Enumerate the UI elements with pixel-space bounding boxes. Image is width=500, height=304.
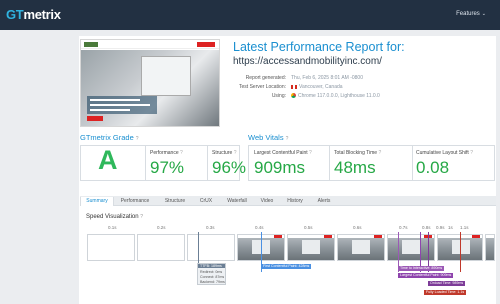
canada-flag-icon xyxy=(291,84,297,89)
cls-value: 0.08 xyxy=(416,158,450,177)
tab-history[interactable]: History xyxy=(282,197,308,206)
lcp-marker: Largest Contentful Paint: 909ms xyxy=(398,273,454,278)
timeline-tick: 1s xyxy=(448,225,453,230)
grade-letter: A xyxy=(98,145,118,175)
report-url[interactable]: https://accessandmobilityinc.com/ xyxy=(233,56,382,67)
web-vitals-heading: Web Vitals? xyxy=(248,133,289,142)
tab-performance[interactable]: Performance xyxy=(116,197,154,206)
top-bar: GTmetrix Features ⌄ xyxy=(0,0,500,30)
timeline-tick: 0.8s xyxy=(422,225,431,230)
timeline-tick: 0.3s xyxy=(206,225,215,230)
performance-label: Performance ? xyxy=(150,150,183,156)
chrome-icon xyxy=(291,93,296,99)
tbt-value: 48ms xyxy=(334,158,376,177)
filmstrip-frame[interactable] xyxy=(87,234,135,261)
filmstrip-frame[interactable] xyxy=(337,234,385,261)
timeline-tick: 0.5s xyxy=(304,225,313,230)
filmstrip-frame[interactable] xyxy=(287,234,335,261)
filmstrip-frame[interactable] xyxy=(485,234,495,261)
help-icon[interactable]: ? xyxy=(140,214,143,220)
tab-structure[interactable]: Structure xyxy=(158,197,192,206)
cls-label: Cumulative Layout Shift ? xyxy=(416,150,473,156)
timeline-tick: 0.7s xyxy=(399,225,408,230)
help-icon[interactable]: ? xyxy=(136,136,139,142)
fully-loaded-marker: Fully Loaded Time: 1.1s xyxy=(424,290,467,295)
ttfb-tooltip: TTFB: 189ms Redirect: 0ms Connect: 87ms … xyxy=(197,263,226,285)
lcp-label: Largest Contentful Paint ? xyxy=(254,150,312,156)
help-icon[interactable]: ? xyxy=(286,136,289,142)
tab-crux[interactable]: CrUX xyxy=(195,197,217,206)
tab-alerts[interactable]: Alerts xyxy=(312,197,336,206)
structure-label: Structure ? xyxy=(212,150,237,156)
timeline-tick: 1.1s xyxy=(460,225,469,230)
tti-marker: Time to Interactive: 890ms xyxy=(398,266,445,271)
report-title: Latest Performance Report for: xyxy=(233,40,405,54)
chevron-down-icon: ⌄ xyxy=(481,11,486,17)
speed-visualization-title: Speed Visualization ? xyxy=(86,214,144,220)
features-menu[interactable]: Features ⌄ xyxy=(456,11,486,17)
timeline-tick: 0.2s xyxy=(157,225,166,230)
onload-marker: Onload Time: 989ms xyxy=(428,281,466,286)
page-screenshot-thumbnail xyxy=(80,39,220,127)
tab-summary[interactable]: Summary xyxy=(80,197,114,206)
filmstrip-frame[interactable] xyxy=(137,234,185,261)
gtmetrix-logo[interactable]: GTmetrix xyxy=(6,7,61,22)
tab-video[interactable]: Video xyxy=(256,197,278,206)
structure-value: 96% xyxy=(212,158,247,177)
lcp-value: 909ms xyxy=(254,158,306,177)
performance-value: 97% xyxy=(150,158,185,177)
tbt-label: Total Blocking Time ? xyxy=(334,150,382,156)
filmstrip-frame[interactable] xyxy=(187,234,235,261)
timeline-tick: 0.1s xyxy=(108,225,117,230)
timeline-tick: 0.9s xyxy=(436,225,445,230)
fcp-marker: First Contentful Paint: 428ms xyxy=(261,264,312,269)
tab-waterfall[interactable]: Waterfall xyxy=(221,197,253,206)
timeline-tick: 0.4s xyxy=(255,225,264,230)
timeline-tick: 0.6s xyxy=(353,225,362,230)
gtmetrix-grade-heading: GTmetrix Grade? xyxy=(80,133,139,142)
